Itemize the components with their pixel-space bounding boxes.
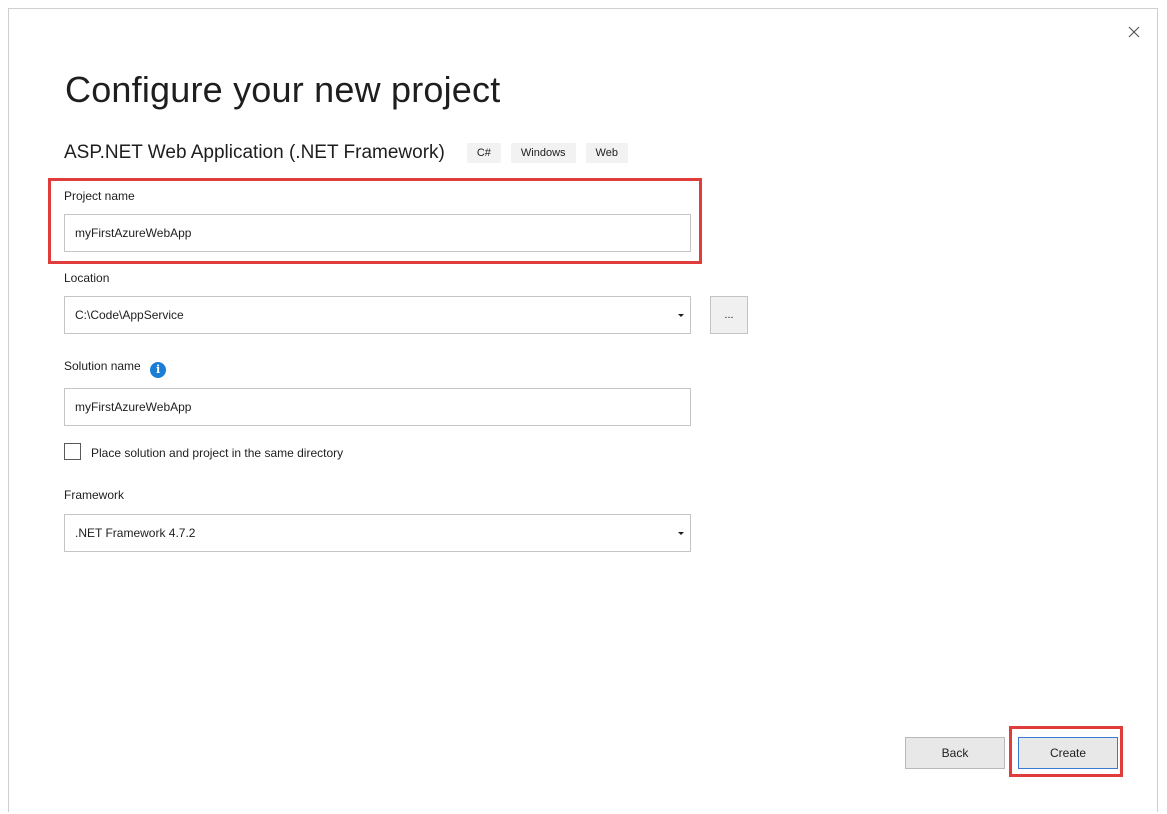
location-label: Location — [64, 271, 110, 285]
project-name-input[interactable]: myFirstAzureWebApp — [64, 214, 691, 252]
solution-name-label: Solution name — [64, 359, 141, 373]
location-combobox[interactable]: C:\Code\AppService — [64, 296, 691, 334]
template-info: ASP.NET Web Application (.NET Framework)… — [64, 141, 638, 165]
browse-button[interactable]: ... — [710, 296, 748, 334]
solution-name-value: myFirstAzureWebApp — [75, 400, 192, 414]
tag-language: C# — [466, 143, 501, 163]
page-title: Configure your new project — [65, 69, 501, 110]
back-button[interactable]: Back — [905, 737, 1005, 769]
tag-project-type: Web — [585, 143, 628, 163]
location-value: C:\Code\AppService — [75, 308, 184, 322]
close-icon[interactable] — [1125, 23, 1143, 41]
chevron-down-icon[interactable] — [672, 515, 690, 551]
template-name: ASP.NET Web Application (.NET Framework) — [64, 142, 445, 163]
same-directory-checkbox[interactable] — [64, 443, 81, 460]
framework-value: .NET Framework 4.7.2 — [75, 526, 196, 540]
solution-name-label-row: Solution name i — [64, 359, 167, 378]
dialog-window: Configure your new project ASP.NET Web A… — [8, 8, 1158, 812]
info-icon[interactable]: i — [150, 362, 167, 378]
framework-label: Framework — [64, 488, 125, 502]
same-directory-label[interactable]: Place solution and project in the same d… — [91, 446, 343, 460]
create-button[interactable]: Create — [1018, 737, 1118, 769]
framework-combobox[interactable]: .NET Framework 4.7.2 — [64, 514, 691, 552]
project-name-value: myFirstAzureWebApp — [75, 226, 192, 240]
tag-platform: Windows — [510, 143, 576, 163]
solution-name-input[interactable]: myFirstAzureWebApp — [64, 388, 691, 426]
chevron-down-icon[interactable] — [672, 297, 690, 333]
project-name-label: Project name — [64, 189, 135, 203]
